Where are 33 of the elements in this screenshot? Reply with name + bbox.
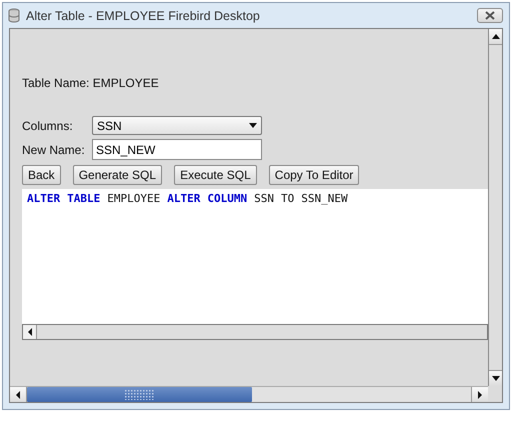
- window-title: Alter Table - EMPLOYEE Firebird Desktop: [26, 8, 261, 22]
- table-name-label: Table Name: EMPLOYEE: [22, 76, 160, 90]
- new-name-label: New Name:: [22, 142, 86, 156]
- new-name-field[interactable]: SSN_NEW: [92, 139, 262, 160]
- action-button[interactable]: Copy To Editor: [268, 165, 360, 185]
- sql-keyword: COLUMN: [207, 192, 248, 205]
- horizontal-scrollbar[interactable]: [10, 386, 488, 402]
- vertical-scrollbar[interactable]: [488, 29, 502, 386]
- close-button[interactable]: [477, 8, 503, 23]
- sql-keyword: ALTER: [27, 192, 60, 205]
- scroll-thumb[interactable]: [27, 387, 252, 402]
- scroll-up-icon: [492, 33, 500, 40]
- action-button[interactable]: Execute SQL: [174, 165, 257, 185]
- sql-token: TO: [280, 192, 294, 205]
- action-button[interactable]: Generate SQL: [72, 165, 162, 185]
- sql-token: SSN_NEW: [301, 192, 348, 205]
- columns-label: Columns:: [22, 118, 74, 132]
- database-icon: [8, 8, 20, 23]
- sql-token: EMPLOYEE: [107, 192, 160, 205]
- scroll-left-icon: [26, 328, 32, 336]
- editor-scrollbar[interactable]: [22, 324, 488, 340]
- sql-editor[interactable]: ALTER TABLE EMPLOYEE ALTER COLUMN SSN TO SSN_NEW: [22, 189, 488, 324]
- sql-keyword: ALTER: [167, 192, 200, 205]
- action-button[interactable]: Back: [22, 165, 61, 185]
- caret-icon: [249, 122, 257, 129]
- scroll-left-icon: [15, 390, 21, 398]
- columns-dropdown[interactable]: SSN: [92, 116, 262, 135]
- grip-icon: [124, 390, 154, 400]
- sql-token: SSN: [254, 192, 274, 205]
- close-icon: [485, 11, 495, 20]
- scroll-down-icon: [492, 375, 500, 382]
- sql-keyword: TABLE: [67, 192, 100, 205]
- scroll-right-icon: [477, 390, 483, 398]
